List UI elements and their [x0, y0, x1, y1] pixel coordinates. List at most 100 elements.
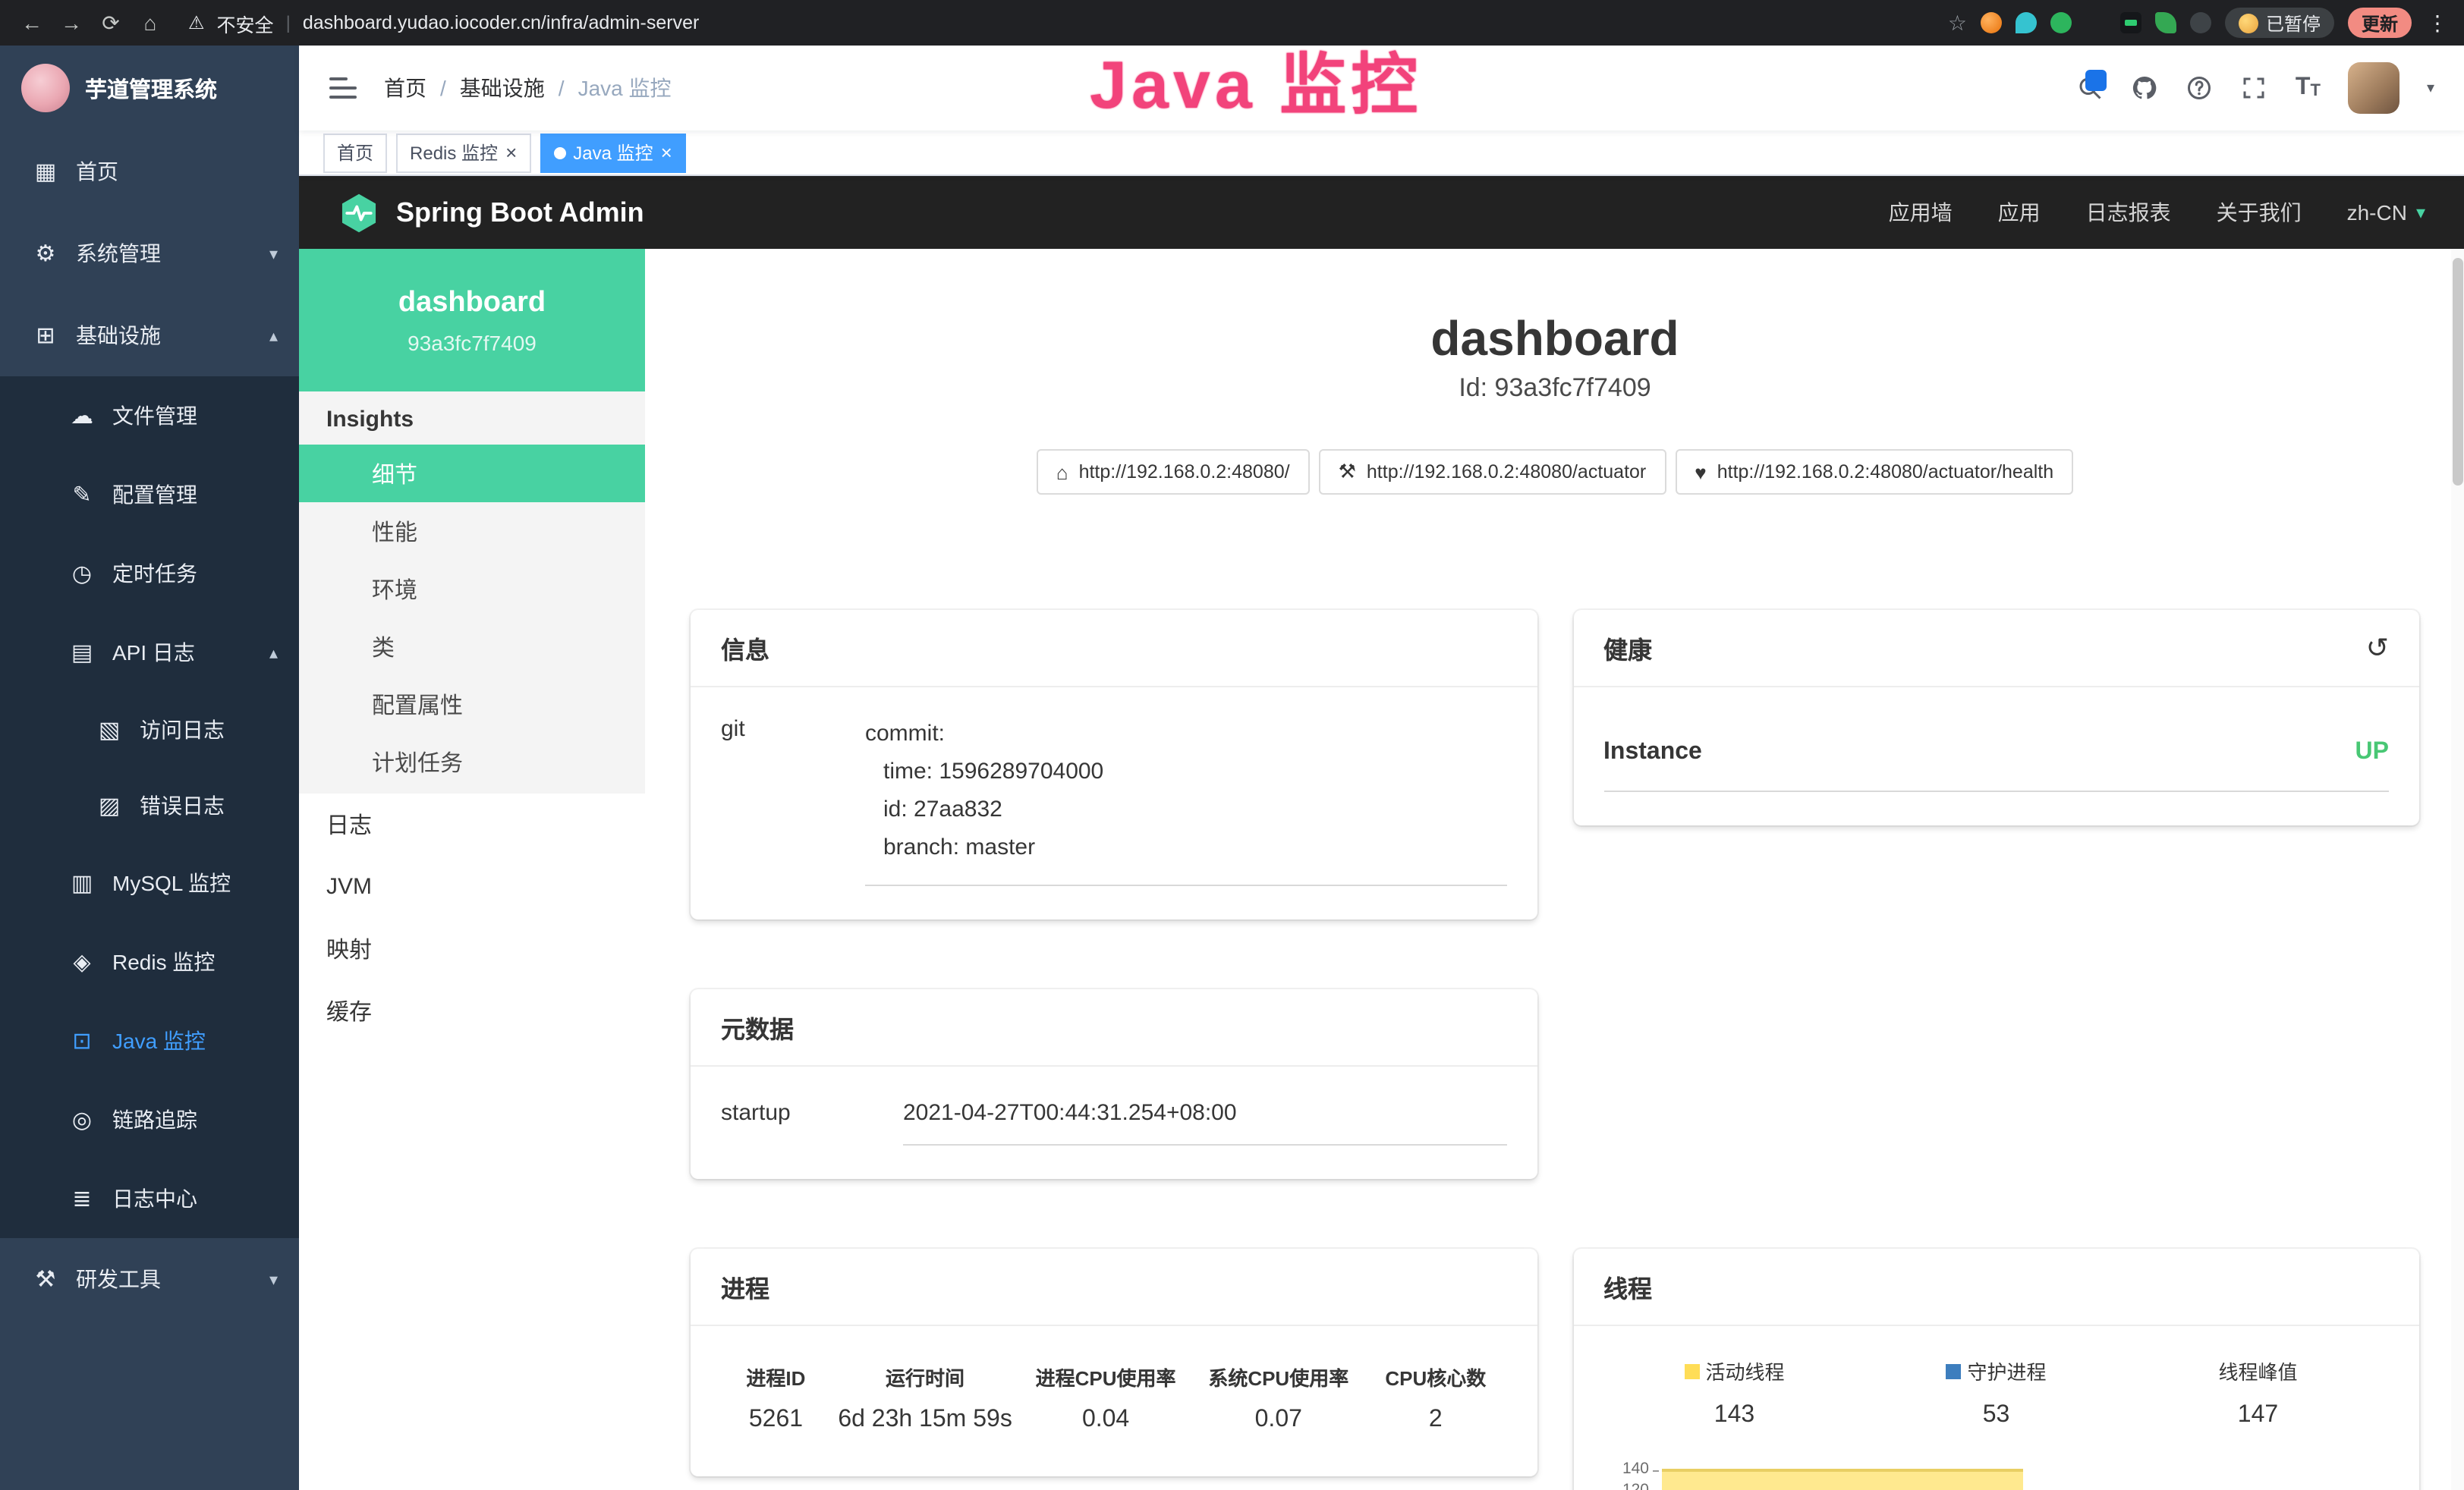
sidebar-item-label: MySQL 监控: [112, 868, 231, 898]
sidebar-item-log-center[interactable]: ≣ 日志中心: [0, 1159, 299, 1238]
tab-java-monitor[interactable]: Java 监控 ×: [540, 133, 686, 172]
sidebar-item-error-log[interactable]: ▨ 错误日志: [0, 768, 299, 844]
sidebar-item-mysql-monitor[interactable]: ▥ MySQL 监控: [0, 844, 299, 923]
bookmark-star-icon[interactable]: ☆: [1948, 10, 1967, 36]
close-icon[interactable]: ×: [661, 143, 672, 162]
url-text: dashboard.yudao.iocoder.cn/infra/admin-s…: [303, 12, 700, 33]
sba-link-wallboard[interactable]: 应用墙: [1889, 197, 1953, 228]
sidebar-item-system[interactable]: ⚙ 系统管理 ▾: [0, 212, 299, 294]
scrollbar-thumb[interactable]: [2453, 258, 2463, 486]
sba-item-logging[interactable]: 日志: [299, 794, 645, 856]
browser-menu-icon[interactable]: ⋮: [2425, 10, 2450, 36]
security-warning-icon: ⚠: [188, 12, 205, 33]
sidebar-item-file-manage[interactable]: ☁ 文件管理: [0, 376, 299, 455]
sidebar-item-dev-tools[interactable]: ⚒ 研发工具 ▾: [0, 1238, 299, 1320]
breadcrumb-separator: /: [559, 76, 565, 100]
url-bar[interactable]: ⚠ 不安全 | dashboard.yudao.iocoder.cn/infra…: [173, 8, 1942, 37]
legend-daemon-swatch: [1946, 1364, 1961, 1379]
legend-live-value: 143: [1603, 1403, 1865, 1430]
extension-leaf-icon[interactable]: [2155, 12, 2176, 33]
instance-link-health[interactable]: ♥ http://192.168.0.2:48080/actuator/heal…: [1675, 450, 2073, 495]
sba-link-journal[interactable]: 日志报表: [2086, 197, 2171, 228]
tab-redis-monitor[interactable]: Redis 监控 ×: [396, 133, 530, 172]
sidebar-item-redis-monitor[interactable]: ◈ Redis 监控: [0, 923, 299, 1001]
history-icon[interactable]: ↺: [2366, 635, 2389, 662]
instance-link-root[interactable]: ⌂ http://192.168.0.2:48080/: [1037, 450, 1310, 495]
extension-fox-icon[interactable]: [1981, 12, 2002, 33]
extension-switch-on-icon[interactable]: [2120, 12, 2141, 33]
extension-grid-icon[interactable]: [2085, 70, 2107, 91]
extension-green-circle-icon[interactable]: [2050, 12, 2072, 33]
info-value: commit: time: 1596289704000 id: 27aa832 …: [865, 715, 1506, 887]
legend-label: 守护进程: [1967, 1357, 2046, 1386]
scrollbar[interactable]: [2451, 249, 2464, 1490]
locale-label: zh-CN: [2347, 200, 2407, 225]
chevron-down-icon: ▾: [2416, 202, 2425, 223]
sidebar-item-scheduled-jobs[interactable]: ◷ 定时任务: [0, 534, 299, 613]
url-divider: |: [286, 12, 291, 33]
process-col-header: 运行时间: [831, 1354, 1019, 1407]
sba-link-about[interactable]: 关于我们: [2217, 197, 2302, 228]
breadcrumb-item[interactable]: 基础设施: [460, 73, 545, 103]
hamburger-icon[interactable]: [329, 77, 357, 99]
extension-dropper-icon[interactable]: [2016, 12, 2037, 33]
browser-extensions-area: ☆ 已暂停 更新 ⋮: [1948, 0, 2450, 91]
card-metadata-header: 元数据: [691, 990, 1537, 1067]
sidebar-item-api-log[interactable]: ▤ API 日志 ▴: [0, 613, 299, 692]
legend-live-threads: 活动线程 143: [1603, 1357, 1865, 1430]
instance-link-actuator[interactable]: ⚒ http://192.168.0.2:48080/actuator: [1319, 450, 1666, 495]
card-health: 健康 ↺ Instance UP: [1573, 611, 2419, 826]
sba-item-jvm[interactable]: JVM: [299, 856, 645, 918]
sba-app-selector[interactable]: dashboard 93a3fc7f7409: [299, 249, 645, 391]
sba-item-environment[interactable]: 环境: [299, 560, 645, 618]
sba-item-metrics[interactable]: 性能: [299, 502, 645, 560]
sidebar-item-label: 错误日志: [140, 791, 225, 821]
breadcrumb-item[interactable]: 首页: [384, 73, 426, 103]
tab-label: Redis 监控: [410, 140, 498, 165]
browser-update-button[interactable]: 更新: [2348, 8, 2412, 38]
metadata-row-startup: startup 2021-04-27T00:44:31.254+08:00: [721, 1095, 1506, 1146]
sba-item-config-props[interactable]: 配置属性: [299, 675, 645, 733]
process-col-header: 进程CPU使用率: [1019, 1354, 1192, 1407]
redis-icon: ◈: [67, 948, 97, 976]
sidebar-item-java-monitor[interactable]: ⊡ Java 监控: [0, 1001, 299, 1080]
sba-link-applications[interactable]: 应用: [1998, 197, 2041, 228]
legend-daemon-value: 53: [1865, 1403, 2127, 1430]
browser-forward-icon[interactable]: →: [55, 11, 88, 35]
sba-item-scheduled-tasks[interactable]: 计划任务: [299, 733, 645, 791]
threads-chart: 140 120 100: [1603, 1460, 2389, 1490]
sba-item-details[interactable]: 细节: [299, 445, 645, 502]
locale-selector[interactable]: zh-CN ▾: [2347, 200, 2425, 225]
app-logo[interactable]: 芋道管理系统: [0, 46, 299, 130]
legend-peak-value: 147: [2127, 1403, 2389, 1430]
card-health-body: Instance UP: [1573, 688, 2419, 826]
paused-badge[interactable]: 已暂停: [2225, 8, 2334, 38]
sidebar-item-access-log[interactable]: ▧ 访问日志: [0, 692, 299, 768]
sba-group-label: Insights: [299, 391, 645, 445]
browser-reload-icon[interactable]: ⟳: [94, 10, 127, 36]
sidebar-item-infra[interactable]: ⊞ 基础设施 ▴: [0, 294, 299, 376]
browser-home-icon[interactable]: ⌂: [134, 11, 167, 35]
sidebar-item-tracing[interactable]: ◎ 链路追踪: [0, 1080, 299, 1159]
sidebar-item-home[interactable]: ▦ 首页: [0, 130, 299, 212]
page-subtitle: Id: 93a3fc7f7409: [691, 374, 2419, 404]
tab-label: 首页: [337, 140, 373, 165]
card-health-header: 健康 ↺: [1573, 611, 2419, 688]
tab-home[interactable]: 首页: [323, 133, 387, 172]
wrench-icon: ⚒: [1339, 461, 1356, 485]
process-cpu: 0.04: [1019, 1407, 1192, 1444]
breadcrumb-separator: /: [440, 76, 446, 100]
tags-view: 首页 Redis 监控 × Java 监控 ×: [299, 130, 2464, 176]
health-instance-row[interactable]: Instance UP: [1603, 715, 2389, 793]
browser-back-icon[interactable]: ←: [15, 11, 49, 35]
sba-item-mappings[interactable]: 映射: [299, 918, 645, 980]
extension-paw-icon[interactable]: [2190, 12, 2211, 33]
browser-toolbar: ← → ⟳ ⌂ ⚠ 不安全 | dashboard.yudao.iocoder.…: [0, 0, 2464, 46]
cards-grid: 信息 git commit: time: 1596289704000 id: 2…: [691, 611, 2419, 1490]
sba-item-beans[interactable]: 类: [299, 618, 645, 675]
process-col-header: 进程ID: [721, 1354, 831, 1407]
sba-brand[interactable]: Spring Boot Admin: [338, 192, 644, 233]
close-icon[interactable]: ×: [505, 143, 517, 162]
sidebar-item-config-manage[interactable]: ✎ 配置管理: [0, 455, 299, 534]
sba-item-caches[interactable]: 缓存: [299, 980, 645, 1042]
